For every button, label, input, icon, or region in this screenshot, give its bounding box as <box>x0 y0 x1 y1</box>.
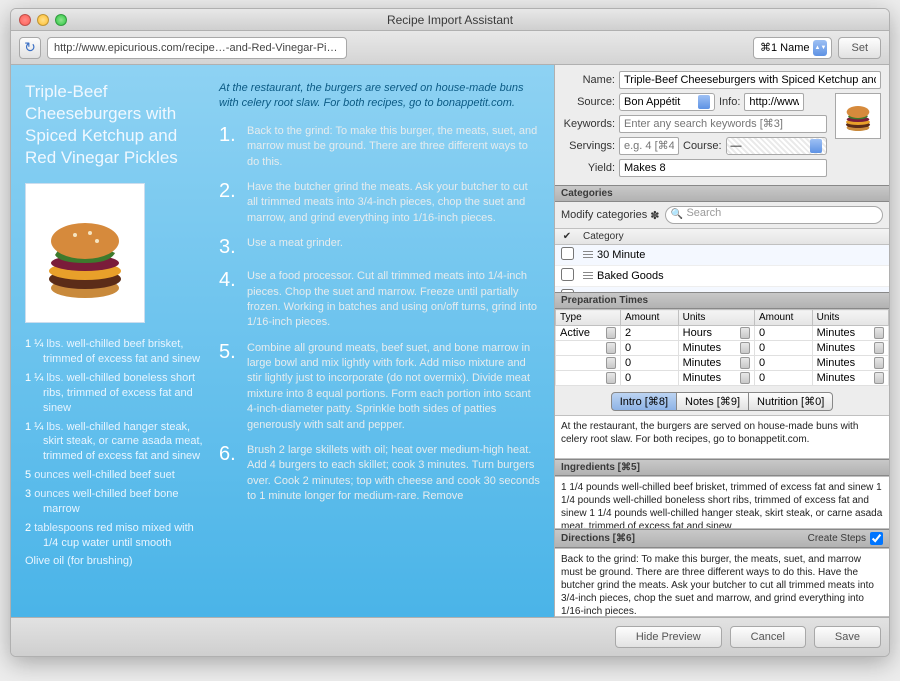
name-label: Name: <box>563 74 615 86</box>
step-item: 4.Use a food processor. Cut all trimmed … <box>219 269 540 331</box>
recipe-title: Triple-Beef Cheeseburgers with Spiced Ke… <box>25 81 205 169</box>
stepper-icon[interactable] <box>874 372 884 384</box>
course-combo[interactable]: — <box>726 137 827 155</box>
tab-intro[interactable]: Intro [⌘8] <box>611 392 677 411</box>
source-label: Source: <box>563 96 615 108</box>
stepper-icon[interactable] <box>606 342 616 354</box>
prep-times-header: Preparation Times <box>555 292 889 309</box>
ingredient-item: 1 ¼ lbs. well-chilled boneless short rib… <box>25 371 205 416</box>
keywords-field[interactable] <box>619 115 827 133</box>
url-field[interactable]: http://www.epicurious.com/recipe…-and-Re… <box>47 37 347 59</box>
category-checkbox[interactable] <box>561 268 574 281</box>
category-row[interactable]: Baked Goods <box>555 266 889 287</box>
stepper-icon[interactable] <box>606 327 616 339</box>
ingredient-item: 1 ¼ lbs. well-chilled beef brisket, trim… <box>25 337 205 367</box>
ingredient-item: 3 ounces well-chilled beef bone marrow <box>25 487 205 517</box>
ingredient-item: 5 ounces well-chilled beef suet <box>25 468 205 483</box>
category-search-input[interactable]: Search <box>665 206 883 224</box>
step-item: 2.Have the butcher grind the meats. Ask … <box>219 180 540 226</box>
reload-button[interactable]: ↻ <box>19 37 41 59</box>
category-checkbox[interactable] <box>561 247 574 260</box>
preview-pane: Triple-Beef Cheeseburgers with Spiced Ke… <box>11 65 554 617</box>
step-item: 6.Brush 2 large skillets with oil; heat … <box>219 443 540 505</box>
titlebar: Recipe Import Assistant <box>11 9 889 31</box>
ingredients-textarea[interactable]: 1 1/4 pounds well-chilled beef brisket, … <box>555 476 889 529</box>
ingredient-item: 1 ¼ lbs. well-chilled hanger steak, skir… <box>25 420 205 465</box>
save-button[interactable]: Save <box>814 626 881 648</box>
ingredients-header: Ingredients [⌘5] <box>555 459 889 476</box>
recipe-intro: At the restaurant, the burgers are serve… <box>219 81 540 112</box>
category-list[interactable]: ✔Category 30 MinuteBaked GoodsBasicBeef <box>555 228 889 292</box>
step-item: 1.Back to the grind: To make this burger… <box>219 124 540 170</box>
info-field[interactable] <box>744 93 804 111</box>
cancel-button[interactable]: Cancel <box>730 626 806 648</box>
form-pane: Name: Source: Bon Appétit Info: Keywords… <box>554 65 889 617</box>
recipe-thumbnail[interactable] <box>835 93 881 139</box>
text-tabs: Intro [⌘8] Notes [⌘9] Nutrition [⌘0] <box>555 386 889 415</box>
stepper-icon[interactable] <box>740 327 750 339</box>
create-steps-label: Create Steps <box>808 533 866 544</box>
main-split: Triple-Beef Cheeseburgers with Spiced Ke… <box>11 65 889 617</box>
list-icon <box>583 272 593 280</box>
ingredient-list: 1 ¼ lbs. well-chilled beef brisket, trim… <box>25 337 205 569</box>
prep-row: 0Minutes0Minutes <box>556 371 889 386</box>
prep-times-table: TypeAmountUnitsAmountUnitsActive2Hours0M… <box>555 309 889 386</box>
set-button[interactable]: Set <box>838 37 881 59</box>
servings-label: Servings: <box>563 140 615 152</box>
ingredient-item: Olive oil (for brushing) <box>25 554 205 569</box>
directions-textarea[interactable]: Back to the grind: To make this burger, … <box>555 548 889 617</box>
chevron-updown-icon <box>698 95 710 109</box>
gear-icon: ✽ <box>650 209 659 222</box>
yield-label: Yield: <box>563 162 615 174</box>
step-list: 1.Back to the grind: To make this burger… <box>219 124 540 505</box>
stepper-icon[interactable] <box>606 357 616 369</box>
step-item: 5.Combine all ground meats, beef suet, a… <box>219 341 540 433</box>
categories-header: Categories <box>555 185 889 202</box>
stepper-icon[interactable] <box>874 327 884 339</box>
ingredient-item: 2 tablespoons red miso mixed with 1/4 cu… <box>25 521 205 551</box>
modify-categories-button[interactable]: Modify categories ✽ <box>561 209 659 222</box>
prep-row: 0Minutes0Minutes <box>556 356 889 371</box>
step-item: 3.Use a meat grinder. <box>219 236 540 259</box>
chevron-updown-icon: ▲▼ <box>813 40 827 56</box>
stepper-icon[interactable] <box>740 342 750 354</box>
recipe-photo <box>25 183 145 323</box>
chevron-updown-icon <box>810 139 822 153</box>
hide-preview-button[interactable]: Hide Preview <box>615 626 722 648</box>
field-selector-label: ⌘1 Name <box>760 41 810 54</box>
prep-row: Active2Hours0Minutes <box>556 326 889 341</box>
tab-notes[interactable]: Notes [⌘9] <box>677 392 749 411</box>
source-combo[interactable]: Bon Appétit <box>619 93 715 111</box>
category-row[interactable]: 30 Minute <box>555 245 889 266</box>
info-label: Info: <box>719 96 740 108</box>
window-title: Recipe Import Assistant <box>11 13 889 27</box>
list-icon <box>583 251 593 259</box>
stepper-icon[interactable] <box>740 357 750 369</box>
name-field[interactable] <box>619 71 881 89</box>
intro-textarea[interactable]: At the restaurant, the burgers are serve… <box>555 415 889 459</box>
prep-row: 0Minutes0Minutes <box>556 341 889 356</box>
stepper-icon[interactable] <box>740 372 750 384</box>
stepper-icon[interactable] <box>874 342 884 354</box>
create-steps-checkbox[interactable] <box>870 532 883 545</box>
keywords-label: Keywords: <box>563 118 615 130</box>
app-window: Recipe Import Assistant ↻ http://www.epi… <box>10 8 890 657</box>
course-label: Course: <box>683 140 722 152</box>
tab-nutrition[interactable]: Nutrition [⌘0] <box>749 392 833 411</box>
stepper-icon[interactable] <box>874 357 884 369</box>
burger-thumb-icon <box>838 96 878 136</box>
stepper-icon[interactable] <box>606 372 616 384</box>
directions-header: Directions [⌘6] Create Steps <box>555 529 889 548</box>
servings-field[interactable] <box>619 137 679 155</box>
yield-field[interactable] <box>619 159 827 177</box>
button-bar: Hide Preview Cancel Save <box>11 617 889 656</box>
toolbar: ↻ http://www.epicurious.com/recipe…-and-… <box>11 31 889 65</box>
burger-image <box>35 193 135 313</box>
field-selector-combo[interactable]: ⌘1 Name ▲▼ <box>753 37 833 59</box>
